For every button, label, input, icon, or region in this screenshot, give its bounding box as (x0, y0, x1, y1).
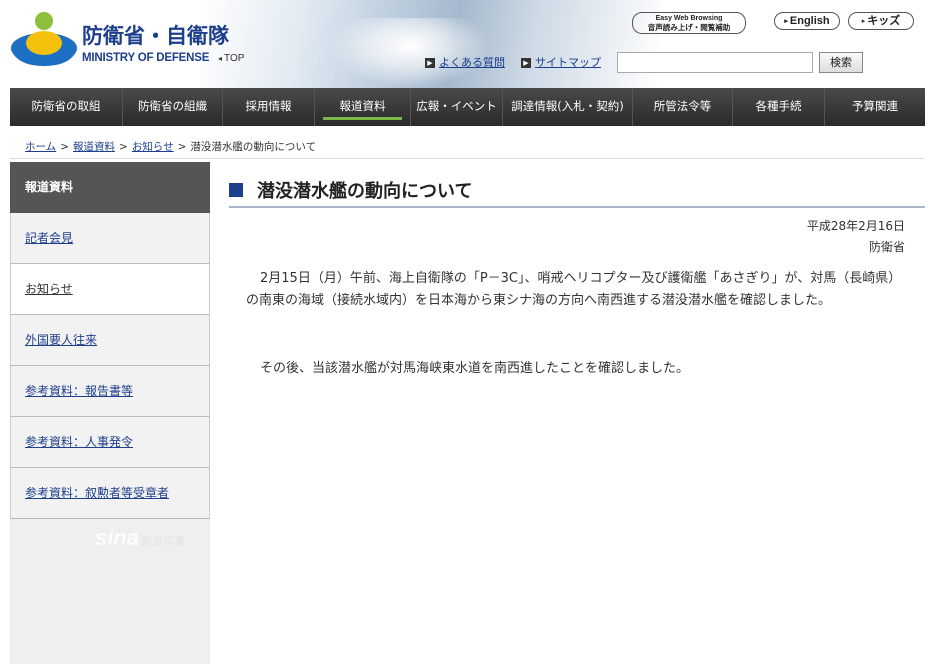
sidebar-item-label: お知らせ (25, 282, 73, 296)
breadcrumb: ホーム > 報道資料 > お知らせ > 潜没潜水艦の動向について (25, 139, 316, 154)
nav-item-budget[interactable]: 予算関連 (825, 88, 925, 126)
top-link[interactable]: ◂ TOP (218, 53, 244, 64)
sitemap-link-label: サイトマップ (535, 56, 601, 69)
breadcrumb-divider (10, 158, 925, 159)
logo-english-text: MINISTRY OF DEFENSE (82, 52, 210, 64)
sidebar-item-label: 参考資料：人事発令 (25, 435, 134, 449)
logo-japanese-text: 防衛省・自衛隊 (82, 24, 229, 48)
breadcrumb-separator: > (177, 141, 187, 153)
watermark-subtext: 新浪军事 (141, 536, 186, 548)
sitemap-link[interactable]: ▶ サイトマップ (521, 54, 601, 70)
triangle-right-icon: ▸ (784, 18, 788, 25)
watermark: sina 新浪军事 (95, 525, 185, 551)
article-paragraph: その後、当該潜水艦が対馬海峡東水道を南西進したことを確認しました。 (260, 361, 690, 376)
breadcrumb-separator: > (60, 141, 69, 153)
sidebar: 報道資料 記者会見 お知らせ 外国要人往来 参考資料：報告書等 参考資料：人事発… (10, 162, 210, 664)
breadcrumb-home[interactable]: ホーム (25, 141, 56, 153)
sidebar-item-label: 参考資料：叙勲者等受章者 (25, 486, 170, 500)
title-square-icon (229, 183, 243, 197)
english-button-label: English (789, 15, 830, 27)
kids-button[interactable]: ▸ キッズ (848, 12, 914, 30)
triangle-right-icon: ▸ (861, 17, 866, 25)
nav-item-initiatives[interactable]: 防衛省の取組 (10, 88, 123, 126)
logo-mark-icon (11, 12, 77, 66)
page-title: 潜没潜水艦の動向について (257, 181, 473, 202)
nav-item-organization[interactable]: 防衛省の組織 (123, 88, 223, 126)
easy-web-browsing-button[interactable]: Easy Web Browsing 音声読み上げ・閲覧補助 (632, 12, 746, 34)
article-organization: 防衛省 (868, 240, 905, 254)
easy-web-label-jp: 音声読み上げ・閲覧補助 (647, 23, 731, 32)
sidebar-heading: 報道資料 (10, 162, 210, 213)
sidebar-item-reports[interactable]: 参考資料：報告書等 (10, 366, 210, 417)
sidebar-item-foreign-dignitaries[interactable]: 外国要人往来 (10, 315, 210, 366)
article-header: 潜没潜水艦の動向について (229, 176, 925, 208)
sidebar-item-personnel[interactable]: 参考資料：人事発令 (10, 417, 210, 468)
kids-button-label: キッズ (867, 14, 901, 27)
nav-item-laws[interactable]: 所管法令等 (633, 88, 733, 126)
nav-item-recruitment[interactable]: 採用情報 (223, 88, 315, 126)
article-paragraph: 2月15日（月）午前、海上自衛隊の「P－3C」、哨戒ヘリコプター及び護衛艦「あさ… (246, 271, 902, 308)
nav-item-procedures[interactable]: 各種手続 (733, 88, 825, 126)
nav-item-procurement[interactable]: 調達情報(入札・契約) (503, 88, 633, 126)
site-logo[interactable]: 防衛省・自衛隊 MINISTRY OF DEFENSE (10, 10, 229, 72)
arrow-right-icon: ▶ (521, 58, 531, 68)
sidebar-item-label: 外国要人往来 (25, 333, 98, 347)
sidebar-item-notices[interactable]: お知らせ (10, 264, 210, 315)
breadcrumb-separator: > (119, 141, 128, 153)
faq-link-label: よくある質問 (439, 56, 505, 69)
article-date: 平成28年2月16日 (806, 219, 905, 233)
english-button[interactable]: ▸ English (774, 12, 840, 30)
search-button[interactable]: 検索 (819, 52, 863, 73)
search-input[interactable] (617, 52, 813, 73)
site-header: 防衛省・自衛隊 MINISTRY OF DEFENSE ◂ TOP ▶ よくある質問… (0, 0, 950, 88)
arrow-left-icon: ◂ (218, 54, 223, 63)
sidebar-item-label: 記者会見 (25, 231, 74, 245)
breadcrumb-notice[interactable]: お知らせ (132, 141, 174, 153)
sidebar-item-decorations[interactable]: 参考資料：叙勲者等受章者 (10, 468, 210, 519)
header-cloud (330, 18, 490, 88)
sidebar-item-press-conference[interactable]: 記者会見 (10, 213, 210, 264)
watermark-logo: sina (95, 525, 140, 550)
nav-item-events[interactable]: 広報・イベント (411, 88, 503, 126)
global-nav: 防衛省の取組 防衛省の組織 採用情報 報道資料 広報・イベント 調達情報(入札・… (10, 88, 925, 126)
arrow-right-icon: ▶ (425, 58, 435, 68)
top-link-label: TOP (224, 53, 245, 64)
nav-item-press[interactable]: 報道資料 (315, 88, 411, 126)
breadcrumb-press[interactable]: 報道資料 (73, 141, 115, 153)
easy-web-label-en: Easy Web Browsing (655, 15, 723, 22)
sidebar-item-label: 参考資料：報告書等 (25, 384, 134, 398)
breadcrumb-current: 潜没潜水艦の動向について (190, 141, 317, 153)
faq-link[interactable]: ▶ よくある質問 (425, 54, 505, 70)
